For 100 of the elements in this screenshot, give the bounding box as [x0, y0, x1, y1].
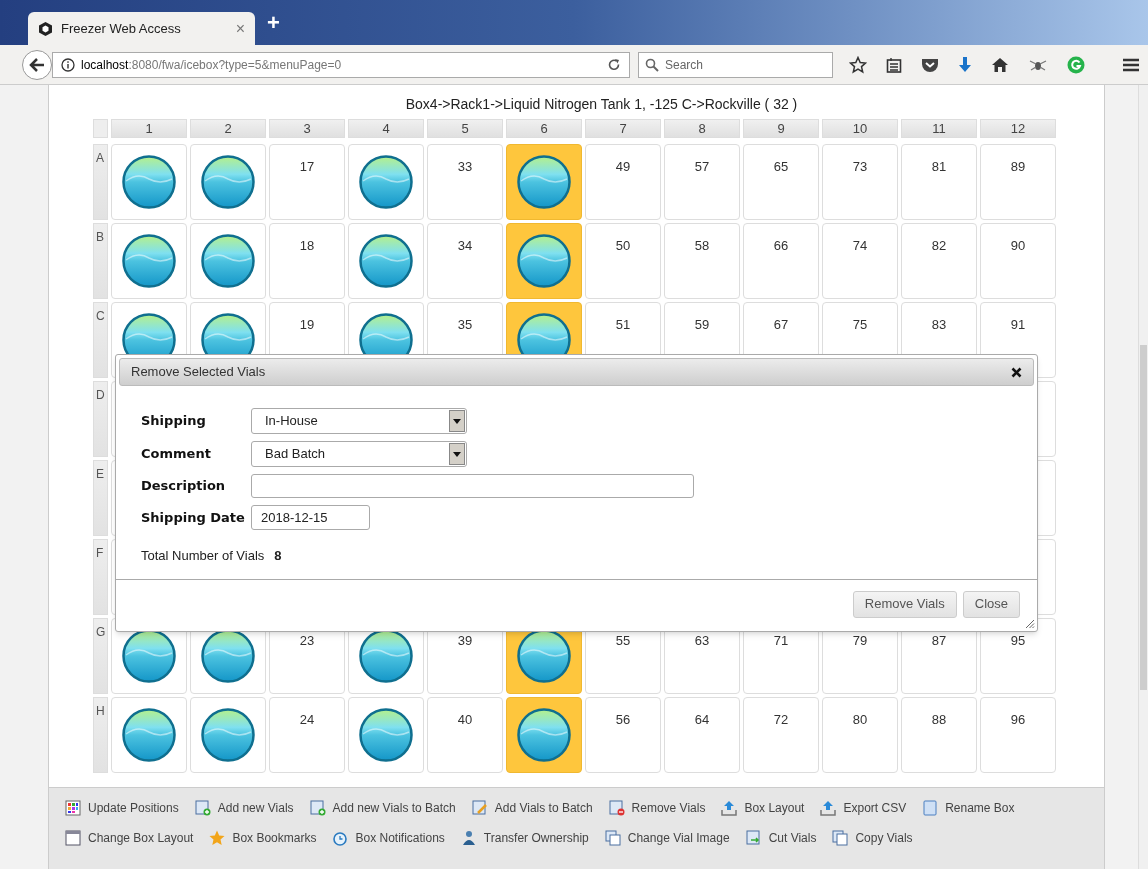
hexagon-logo-icon	[38, 20, 53, 37]
toolbar-link[interactable]: Update Positions	[65, 797, 179, 818]
box-position[interactable]: 34	[427, 223, 503, 299]
box-position[interactable]: 80	[822, 697, 898, 773]
box-position[interactable]: 40	[427, 697, 503, 773]
position-number: 75	[852, 316, 868, 334]
box-position[interactable]: 72	[743, 697, 819, 773]
toolbar-link[interactable]: Rename Box	[922, 797, 1015, 818]
toolbar-link[interactable]: Export CSV	[820, 797, 907, 818]
document-pencil-icon	[471, 799, 488, 816]
vial-icon	[122, 708, 176, 762]
box-position[interactable]: 66	[743, 223, 819, 299]
vial-icon	[359, 708, 413, 762]
vial-icon	[517, 708, 571, 762]
close-icon[interactable]	[1011, 366, 1022, 378]
dropdown[interactable]: In-House	[251, 408, 467, 434]
new-tab-button[interactable]: +	[267, 6, 280, 39]
url-field[interactable]: localhost:8080/fwa/icebox?type=5&menuPage=0	[52, 51, 630, 78]
box-position[interactable]: 56	[585, 697, 661, 773]
toolbar-link[interactable]: Remove Vials	[608, 797, 706, 818]
box-position[interactable]: 18	[269, 223, 345, 299]
box-position[interactable]	[506, 697, 582, 773]
position-number: 72	[773, 711, 789, 729]
scrollbar-thumb[interactable]	[1140, 345, 1147, 690]
resize-grip-icon[interactable]	[1023, 617, 1035, 629]
home-icon[interactable]	[991, 56, 1009, 73]
box-position[interactable]: 50	[585, 223, 661, 299]
dialog-button[interactable]: Remove Vials	[852, 590, 957, 618]
menu-icon[interactable]	[1122, 56, 1140, 73]
toolbar-link[interactable]: Change Vial Image	[604, 827, 730, 848]
download-arrow-icon[interactable]	[958, 55, 972, 74]
row-label: H	[93, 697, 108, 773]
box-position[interactable]: 64	[664, 697, 740, 773]
position-number: 83	[931, 316, 947, 334]
search-field[interactable]: Search	[638, 51, 833, 78]
toolbar-link[interactable]: Add new Vials	[194, 797, 294, 818]
tab-close-button[interactable]: ×	[235, 16, 245, 41]
box-position[interactable]: 82	[901, 223, 977, 299]
toolbar-link[interactable]: Change Box Layout	[65, 827, 194, 848]
box-position[interactable]	[348, 697, 424, 773]
box-position[interactable]	[348, 223, 424, 299]
bookmark-star-icon[interactable]	[849, 55, 867, 74]
toolbar-link[interactable]: Transfer Ownership	[460, 827, 589, 848]
box-position[interactable]: 17	[269, 144, 345, 220]
vial-icon	[122, 155, 176, 209]
toolbar-link[interactable]: Add new Vials to Batch	[309, 797, 456, 818]
position-number: 18	[299, 237, 315, 255]
reload-icon[interactable]	[607, 57, 621, 72]
box-position[interactable]: 90	[980, 223, 1056, 299]
date-field[interactable]: 2018-12-15	[251, 505, 370, 530]
box-position[interactable]	[111, 697, 187, 773]
field-label: Shipping Date	[141, 508, 246, 527]
reading-list-icon[interactable]	[886, 56, 902, 73]
box-position[interactable]	[506, 223, 582, 299]
g-logo-icon[interactable]	[1067, 55, 1085, 74]
star-icon	[209, 829, 226, 846]
box-position[interactable]	[111, 223, 187, 299]
dropdown[interactable]: Bad Batch	[251, 441, 467, 467]
box-position[interactable]	[506, 144, 582, 220]
box-position[interactable]: 58	[664, 223, 740, 299]
box-position[interactable]	[190, 697, 266, 773]
box-position[interactable]	[348, 144, 424, 220]
toolbar-link[interactable]: Add Vials to Batch	[471, 797, 593, 818]
box-position[interactable]: 81	[901, 144, 977, 220]
box-position[interactable]	[190, 223, 266, 299]
position-number: 88	[931, 711, 947, 729]
position-number: 56	[615, 711, 631, 729]
toolbar-link[interactable]: Cut Vials	[745, 827, 817, 848]
box-position[interactable]: 73	[822, 144, 898, 220]
url-text: localhost:8080/fwa/icebox?type=5&menuPage=0	[81, 56, 343, 74]
pocket-icon[interactable]	[921, 56, 939, 73]
position-number: 64	[694, 711, 710, 729]
description-field[interactable]	[251, 474, 694, 498]
box-position[interactable]	[111, 144, 187, 220]
box-position[interactable]: 88	[901, 697, 977, 773]
column-header: 6	[506, 119, 582, 138]
alarm-clock-icon	[332, 829, 349, 846]
document-plus-icon	[309, 799, 326, 816]
box-position[interactable]: 89	[980, 144, 1056, 220]
position-number: 49	[615, 158, 631, 176]
box-position[interactable]: 33	[427, 144, 503, 220]
toolbar-link[interactable]: Box Notifications	[332, 827, 445, 848]
box-position[interactable]: 49	[585, 144, 661, 220]
box-position[interactable]: 65	[743, 144, 819, 220]
toolbar-link[interactable]: Box Bookmarks	[209, 827, 317, 848]
position-number: 82	[931, 237, 947, 255]
toolbar-link[interactable]: Box Layout	[721, 797, 805, 818]
back-button[interactable]	[22, 49, 52, 80]
box-position[interactable]: 57	[664, 144, 740, 220]
position-number: 35	[457, 316, 473, 334]
box-position[interactable]	[190, 144, 266, 220]
column-header: 1	[111, 119, 187, 138]
position-number: 91	[1010, 316, 1026, 334]
box-position[interactable]: 74	[822, 223, 898, 299]
box-position[interactable]: 24	[269, 697, 345, 773]
box-position[interactable]: 96	[980, 697, 1056, 773]
dialog-button[interactable]: Close	[962, 590, 1020, 618]
position-number: 40	[457, 711, 473, 729]
toolbar-link[interactable]: Copy Vials	[832, 827, 913, 848]
browser-tab[interactable]: Freezer Web Access ×	[28, 12, 255, 45]
